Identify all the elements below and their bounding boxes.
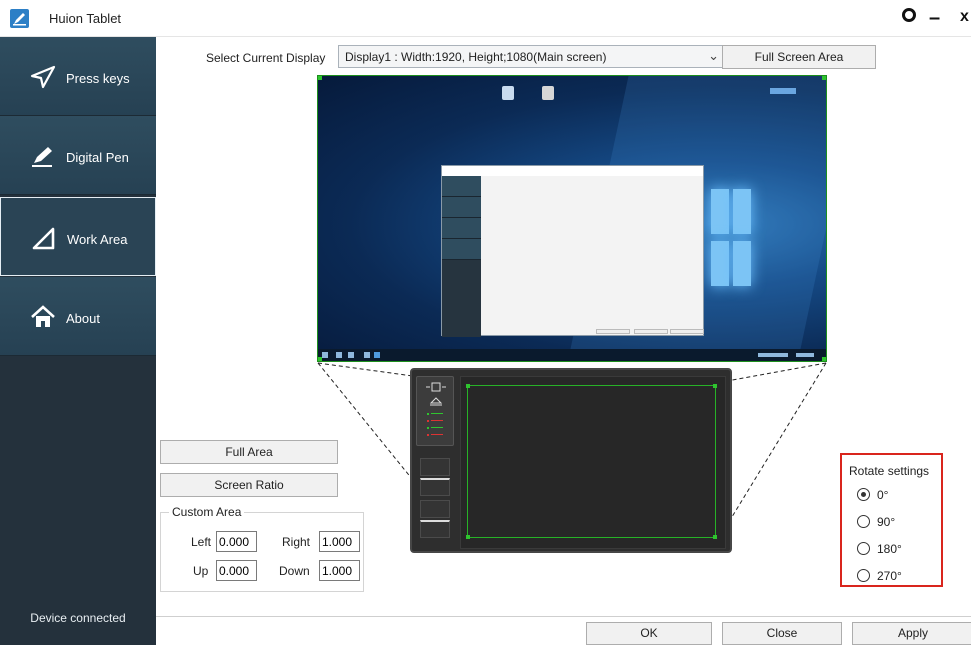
down-field[interactable]	[319, 560, 360, 581]
up-field[interactable]	[216, 560, 257, 581]
device-status: Device connected	[30, 611, 126, 625]
recycle-bin-icon	[542, 86, 554, 100]
mini-close-button	[634, 329, 668, 334]
radio-button[interactable]	[857, 569, 870, 582]
minimize-button[interactable]: –	[929, 7, 940, 30]
screen-preview[interactable]	[317, 75, 827, 362]
sidebar-item-label: About	[66, 311, 100, 326]
apply-button[interactable]: Apply	[852, 622, 971, 645]
radio-label: 90°	[877, 515, 896, 529]
ok-button[interactable]: OK	[586, 622, 712, 645]
sidebar-item-label: Press keys	[66, 71, 130, 86]
corner-marker	[713, 535, 717, 539]
settings-icon[interactable]	[902, 8, 916, 22]
radio-label: 0°	[877, 488, 889, 502]
tablet-key	[420, 520, 450, 538]
radio-label: 270°	[877, 569, 902, 583]
desktop-badge	[770, 88, 796, 94]
tablet-active-area[interactable]	[466, 384, 717, 539]
right-field[interactable]	[319, 531, 360, 552]
app-logo-icon	[10, 9, 29, 28]
sidebar-item-digital-pen[interactable]: Digital Pen	[0, 116, 156, 195]
full-area-button[interactable]: Full Area	[160, 440, 338, 464]
radio-button[interactable]	[857, 515, 870, 528]
display-select-value: Display1 : Width:1920, Height;1080(Main …	[345, 50, 607, 64]
sidebar-item-about[interactable]: About	[0, 277, 156, 356]
tablet-express-keys	[416, 376, 454, 545]
sidebar: Press keys Digital Pen Work Area About D…	[0, 37, 156, 645]
corner-marker	[713, 384, 717, 388]
paper-plane-icon	[30, 65, 56, 89]
custom-area-title: Custom Area	[169, 505, 245, 519]
left-field[interactable]	[216, 531, 257, 552]
work-area-panel: Select Current Display Display1 : Width:…	[156, 37, 971, 645]
mini-ok-button	[596, 329, 630, 334]
right-label: Right	[282, 535, 311, 549]
window-title: Huion Tablet	[49, 11, 122, 26]
mini-app-window	[441, 165, 704, 337]
close-window-button[interactable]: x	[960, 8, 969, 26]
radio-label: 180°	[877, 542, 902, 556]
corner-marker	[822, 76, 826, 80]
footer-divider	[156, 616, 971, 617]
custom-area-group: Custom Area Left Right Up Down	[160, 505, 364, 592]
chevron-down-icon: ⌄	[708, 48, 719, 63]
full-screen-area-button[interactable]: Full Screen Area	[722, 45, 876, 69]
tablet-preview	[410, 368, 732, 553]
display-select[interactable]: Display1 : Width:1920, Height;1080(Main …	[338, 45, 728, 68]
title-bar: Huion Tablet – x	[0, 0, 971, 37]
work-area-icon	[32, 227, 55, 250]
corner-marker	[466, 535, 470, 539]
mini-sidebar	[442, 176, 481, 337]
close-button[interactable]: Close	[722, 622, 842, 645]
corner-marker	[318, 76, 322, 80]
tablet-led-panel	[416, 376, 454, 446]
desktop-app-icon	[502, 86, 514, 100]
mini-title-bar	[442, 166, 703, 176]
home-icon	[31, 305, 55, 327]
windows-logo-icon	[711, 189, 753, 289]
sidebar-item-label: Work Area	[67, 232, 128, 247]
corner-marker	[822, 357, 826, 361]
desktop-taskbar	[318, 349, 826, 361]
rotate-settings-group: Rotate settings 0° 90° 180° 270°	[840, 453, 943, 587]
mini-apply-button	[670, 329, 704, 334]
tablet-key	[420, 458, 450, 476]
sidebar-item-label: Digital Pen	[66, 150, 129, 165]
corner-marker	[318, 357, 322, 361]
select-display-label: Select Current Display	[206, 51, 326, 65]
radio-button[interactable]	[857, 488, 870, 501]
corner-marker	[466, 384, 470, 388]
tablet-key	[420, 500, 450, 518]
rotate-settings-title: Rotate settings	[849, 464, 930, 478]
pen-icon	[32, 147, 52, 167]
tablet-key	[420, 478, 450, 496]
radio-button[interactable]	[857, 542, 870, 555]
left-label: Left	[191, 535, 212, 549]
screen-ratio-button[interactable]: Screen Ratio	[160, 473, 338, 497]
down-label: Down	[279, 564, 310, 578]
sidebar-item-work-area[interactable]: Work Area	[0, 197, 156, 276]
sidebar-item-press-keys[interactable]: Press keys	[0, 37, 156, 116]
up-label: Up	[193, 564, 209, 578]
